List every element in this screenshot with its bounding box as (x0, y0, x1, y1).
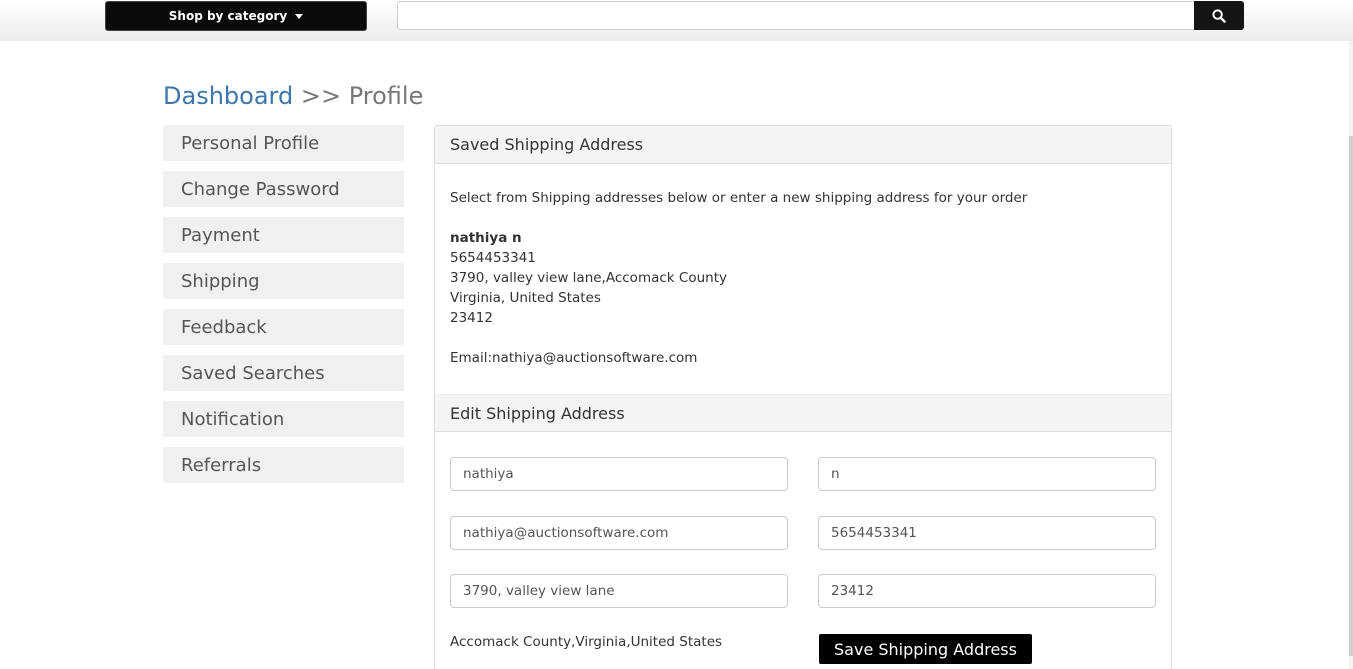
saved-address-header: Saved Shipping Address (435, 126, 1171, 164)
breadcrumb-dashboard-link[interactable]: Dashboard (163, 82, 293, 110)
search-button[interactable] (1194, 1, 1244, 30)
sidebar-item-label: Shipping (181, 270, 260, 292)
scrollbar-thumb[interactable] (1349, 136, 1353, 656)
saved-address-intro: Select from Shipping addresses below or … (450, 190, 1028, 206)
search-input[interactable] (397, 1, 1194, 30)
last-name-field[interactable] (818, 457, 1156, 491)
edit-address-header: Edit Shipping Address (435, 394, 1171, 432)
sidebar-item-notification[interactable]: Notification (163, 401, 404, 437)
top-bar: Shop by category (0, 0, 1353, 41)
breadcrumb: Dashboard >> Profile (163, 82, 423, 110)
shop-by-category-label: Shop by category (168, 9, 288, 23)
caret-down-icon (295, 13, 304, 19)
sidebar-item-label: Notification (181, 408, 285, 430)
save-shipping-address-button[interactable]: Save Shipping Address (819, 634, 1032, 664)
sidebar-item-label: Referrals (181, 454, 262, 476)
zip-field[interactable] (818, 574, 1156, 608)
sidebar-item-label: Saved Searches (181, 362, 325, 384)
search-icon (1212, 8, 1226, 23)
sidebar-item-payment[interactable]: Payment (163, 217, 404, 253)
saved-address-phone: 5654453341 (450, 250, 536, 266)
shop-by-category-button[interactable]: Shop by category (105, 1, 367, 31)
sidebar-item-label: Feedback (181, 316, 267, 338)
first-name-field[interactable] (450, 457, 788, 491)
saved-address-title: Saved Shipping Address (450, 135, 644, 154)
edit-address-title: Edit Shipping Address (450, 403, 625, 423)
sidebar-item-label: Payment (181, 224, 260, 246)
saved-address-email: Email:nathiya@auctionsoftware.com (450, 350, 698, 366)
breadcrumb-separator: >> (300, 82, 342, 110)
location-text: Accomack County,Virginia,United States (450, 634, 723, 650)
saved-address-name: nathiya n (450, 230, 522, 246)
sidebar-item-label: Change Password (181, 178, 340, 200)
sidebar-item-saved-searches[interactable]: Saved Searches (163, 355, 404, 391)
address-field[interactable] (450, 574, 788, 608)
sidebar-item-personal-profile[interactable]: Personal Profile (163, 125, 404, 161)
phone-field[interactable] (818, 516, 1156, 550)
sidebar-item-change-password[interactable]: Change Password (163, 171, 404, 207)
scrollbar-track[interactable] (1349, 41, 1353, 669)
sidebar-item-feedback[interactable]: Feedback (163, 309, 404, 345)
saved-address-street: 3790, valley view lane,Accomack County (450, 270, 727, 286)
sidebar-item-referrals[interactable]: Referrals (163, 447, 404, 483)
sidebar-item-shipping[interactable]: Shipping (163, 263, 404, 299)
email-field[interactable] (450, 516, 788, 550)
saved-address-zip: 23412 (450, 310, 493, 326)
sidebar-item-label: Personal Profile (181, 132, 320, 154)
breadcrumb-current: Profile (348, 82, 424, 110)
saved-address-region: Virginia, United States (450, 290, 601, 306)
